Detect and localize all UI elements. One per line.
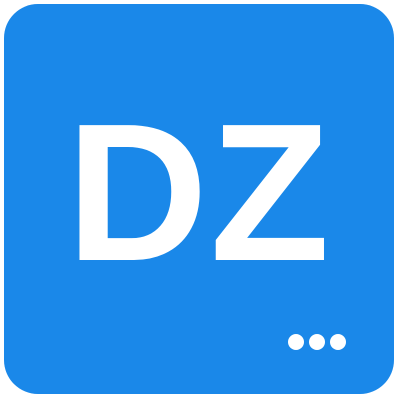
more-options-button[interactable] xyxy=(288,334,346,350)
dot-icon xyxy=(309,334,325,350)
dot-icon xyxy=(288,334,304,350)
app-tile: DZ xyxy=(4,4,394,394)
more-horizontal-icon xyxy=(288,334,346,350)
dot-icon xyxy=(330,334,346,350)
tile-initials: DZ xyxy=(66,83,332,302)
